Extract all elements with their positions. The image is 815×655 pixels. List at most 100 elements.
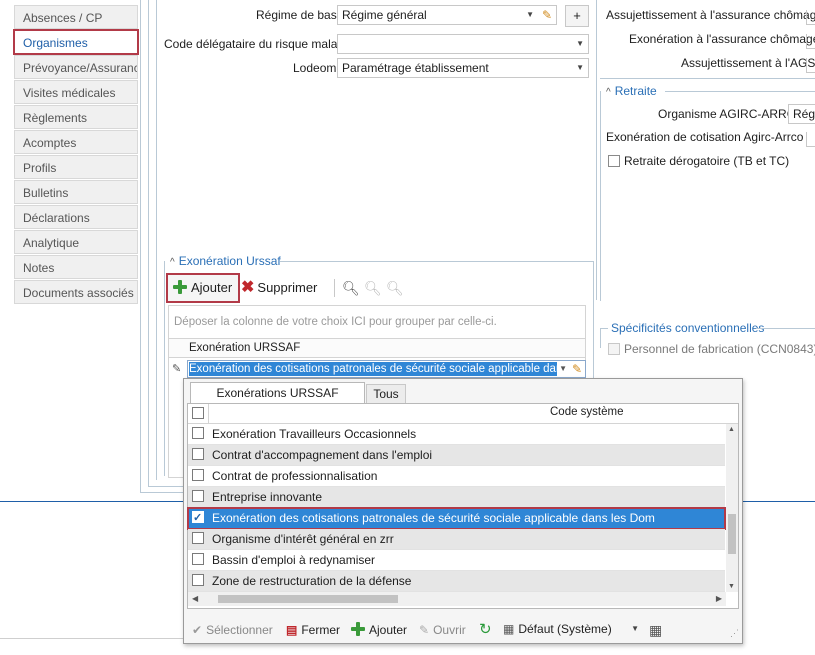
sidebar-item-prevoyance[interactable]: Prévoyance/Assurance <box>14 55 138 79</box>
frame-border <box>600 328 601 348</box>
resize-grip-icon[interactable]: ⋰ <box>730 628 739 639</box>
window-separator <box>0 501 190 502</box>
list-item[interactable]: Contrat d'accompagnement dans l'emploi <box>188 445 725 466</box>
row-checkbox[interactable] <box>192 553 204 565</box>
urssaf-section-title[interactable]: ^ Exonération Urssaf <box>170 254 281 268</box>
sidebar-item-bulletins[interactable]: Bulletins <box>14 180 138 204</box>
list-item-selected[interactable]: Exonération des cotisations patronales d… <box>187 507 726 530</box>
search-icon[interactable]: 🔍︎ <box>342 280 360 296</box>
chevron-down-icon: ▼ <box>526 10 534 19</box>
tab-tous[interactable]: Tous <box>366 384 406 404</box>
list-item[interactable]: Exonération Travailleurs Occasionnels <box>188 424 725 445</box>
select-button[interactable]: ✔ Sélectionner <box>192 620 273 640</box>
chevron-down-icon[interactable]: ▼ <box>559 362 567 376</box>
row-checkbox[interactable] <box>192 448 204 460</box>
pencil-icon[interactable]: ✎ <box>542 6 552 24</box>
sidebar-item-analytique[interactable]: Analytique <box>14 230 138 254</box>
zoom-out-icon[interactable]: 🔍︎ <box>386 280 404 296</box>
scrollbar-thumb[interactable] <box>728 514 736 554</box>
popup-add-label: Ajouter <box>369 623 408 637</box>
row-label: Zone de restructuration de la défense <box>212 574 412 588</box>
sidebar-item-notes[interactable]: Notes <box>14 255 138 279</box>
row-checkbox[interactable] <box>192 532 204 544</box>
popup-add-button[interactable]: Ajouter <box>351 620 407 640</box>
row-label: Contrat d'accompagnement dans l'emploi <box>212 448 433 462</box>
sidebar-item-organismes[interactable]: Organismes <box>13 29 139 55</box>
exoneration-chomage-label: Exonération à l'assurance chômage <box>629 32 815 46</box>
add-regime-button[interactable]: + <box>565 5 589 27</box>
vertical-scrollbar[interactable]: ▲ ▼ <box>726 424 738 592</box>
frame-border <box>600 91 601 301</box>
exoneration-chomage-field[interactable] <box>806 34 815 49</box>
row-label: Entreprise innovante <box>212 490 323 504</box>
scroll-right-icon[interactable]: ▶ <box>716 594 722 603</box>
horizontal-scrollbar[interactable]: ◀ ▶ <box>188 592 726 606</box>
close-button[interactable]: ▤ Fermer <box>286 620 340 640</box>
regime-select[interactable]: Régime général ▼ ✎ <box>337 5 557 25</box>
organisme-agirc-select[interactable]: Régi <box>788 104 815 124</box>
code-delegataire-select[interactable]: ▼ <box>337 34 589 54</box>
sidebar-item-absences[interactable]: Absences / CP <box>14 5 138 29</box>
scroll-down-icon[interactable]: ▼ <box>728 583 735 590</box>
divider <box>0 638 190 639</box>
chevron-down-icon: ▼ <box>576 63 584 72</box>
lodeom-select[interactable]: Paramétrage établissement ▼ <box>337 58 589 78</box>
chevron-down-icon: ▼ <box>576 39 584 48</box>
sidebar-item-visites[interactable]: Visites médicales <box>14 80 138 104</box>
window-separator <box>742 501 815 502</box>
row-checkbox[interactable] <box>192 490 204 502</box>
sidebar-item-profils[interactable]: Profils <box>14 155 138 179</box>
sidebar-item-reglements[interactable]: Règlements <box>14 105 138 129</box>
row-checkbox[interactable] <box>192 469 204 481</box>
pencil-icon: ✎ <box>419 623 430 637</box>
retraite-derogatoire-label: Retraite dérogatoire (TB et TC) <box>624 154 790 168</box>
lodeom-label: Lodeom <box>293 61 337 75</box>
frame-border <box>164 261 165 476</box>
list-item[interactable]: Zone de restructuration de la défense <box>188 571 725 592</box>
sidebar-item-documents[interactable]: Documents associés <box>14 280 138 304</box>
row-label: Exonération des cotisations patronales d… <box>212 511 655 525</box>
personnel-fabrication-checkbox[interactable] <box>608 343 620 355</box>
list-item[interactable]: Bassin d'emploi à redynamiser <box>188 550 725 571</box>
sidebar-item-acomptes[interactable]: Acomptes <box>14 130 138 154</box>
select-all-checkbox[interactable] <box>192 407 204 419</box>
open-button[interactable]: ✎ Ouvrir <box>419 620 466 640</box>
view-value: Défaut (Système) <box>518 622 612 636</box>
frame-border <box>596 0 597 300</box>
pencil-icon[interactable]: ✎ <box>572 361 582 377</box>
divider <box>756 328 815 329</box>
exoneration-agirc-field[interactable] <box>806 132 815 147</box>
delete-exoneration-button[interactable]: ✖ Supprimer <box>241 274 317 302</box>
sidebar-item-declarations[interactable]: Déclarations <box>14 205 138 229</box>
view-select[interactable]: ▦ Défaut (Système) ▼ <box>503 619 641 639</box>
add-exoneration-button[interactable]: Ajouter <box>166 273 240 303</box>
retraite-section-title[interactable]: ^ Retraite <box>606 84 657 98</box>
exoneration-edit-combo[interactable]: Exonération des cotisations patronales d… <box>187 360 586 378</box>
row-checkbox[interactable] <box>192 574 204 586</box>
chomage-field[interactable] <box>806 10 815 25</box>
tab-urssaf-courantes[interactable]: Exonérations URSSAF courantes <box>190 382 365 420</box>
list-item[interactable]: Contrat de professionnalisation <box>188 466 725 487</box>
ags-field[interactable] <box>806 58 815 73</box>
scrollbar-thumb[interactable] <box>218 595 398 603</box>
scroll-left-icon[interactable]: ◀ <box>192 594 198 603</box>
refresh-icon[interactable]: ↻ <box>479 620 492 640</box>
organisme-agirc-label: Organisme AGIRC-ARRCO <box>658 107 805 121</box>
open-label: Ouvrir <box>433 623 466 637</box>
row-checkbox-checked[interactable] <box>192 508 204 528</box>
scroll-up-icon[interactable]: ▲ <box>728 426 735 433</box>
exoneration-agirc-label: Exonération de cotisation Agirc-Arrco <box>606 130 804 144</box>
lodeom-value: Paramétrage établissement <box>342 61 489 75</box>
grid-settings-icon[interactable]: ▦ <box>649 620 662 640</box>
divider <box>280 261 593 262</box>
retraite-derogatoire-checkbox[interactable] <box>608 155 620 167</box>
list-item[interactable]: Entreprise innovante <box>188 487 725 508</box>
group-by-panel[interactable]: Déposer la colonne de votre choix ICI po… <box>168 305 586 339</box>
exoneration-edit-value[interactable]: Exonération des cotisations patronales d… <box>189 362 557 376</box>
row-checkbox[interactable] <box>192 427 204 439</box>
exoneration-column-header[interactable]: Exonération URSSAF <box>189 342 300 354</box>
list-item[interactable]: Organisme d'intérêt général en zrr <box>188 529 725 550</box>
code-systeme-column-header[interactable]: Code système <box>550 406 624 418</box>
zoom-in-icon[interactable]: 🔍︎ <box>364 280 382 296</box>
personnel-fabrication-label: Personnel de fabrication (CCN0843) <box>624 342 815 356</box>
